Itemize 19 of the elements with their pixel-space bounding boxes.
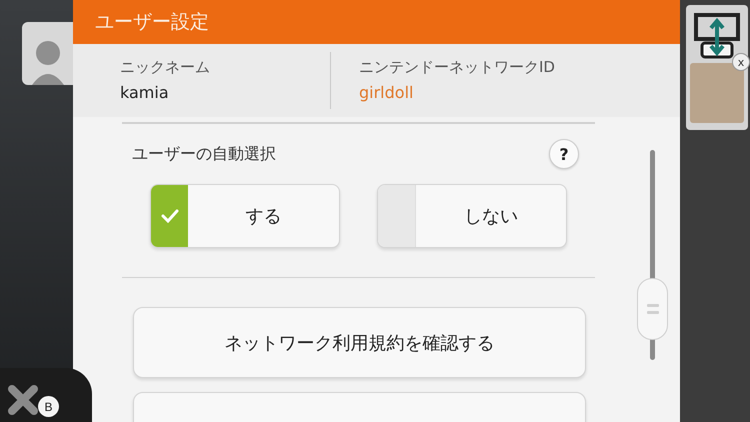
option-button[interactable]: する	[150, 184, 340, 248]
scroll-thumb[interactable]	[637, 278, 668, 340]
check-icon	[160, 209, 178, 223]
close-button[interactable]: B	[0, 368, 92, 422]
window-title: ユーザー設定	[95, 12, 209, 32]
section-title: ユーザーの自動選択	[132, 144, 276, 164]
avatar-placeholder[interactable]	[22, 22, 73, 85]
field-value: kamia	[120, 85, 170, 101]
option-button[interactable]: しない	[377, 184, 567, 248]
screen-swap-icon	[694, 13, 740, 59]
field-value: girldoll	[359, 85, 414, 101]
field-label: ニックネーム	[120, 60, 211, 75]
menu-button[interactable]: ネットワーク利用規約を確認する	[133, 307, 586, 378]
help-button[interactable]: ?	[549, 139, 579, 169]
menu-button[interactable]	[133, 392, 586, 422]
close-badge[interactable]: x	[732, 53, 750, 71]
field-label: ニンテンドーネットワークID	[359, 60, 556, 75]
screen-tile[interactable]: x	[686, 5, 748, 130]
close-icon	[8, 385, 38, 415]
